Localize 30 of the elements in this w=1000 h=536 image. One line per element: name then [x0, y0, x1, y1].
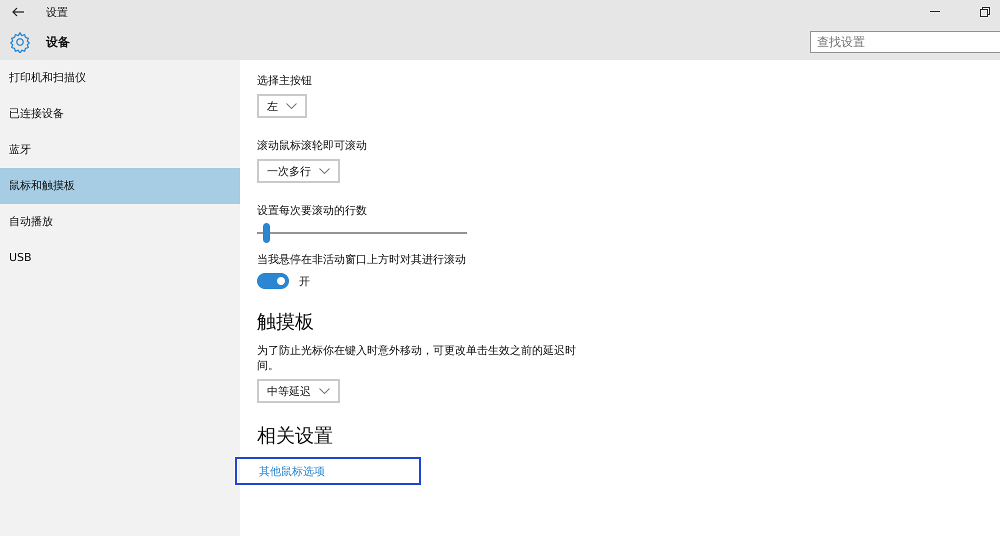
sidebar-item[interactable]: 打印机和扫描仪: [0, 60, 240, 96]
page-title: 设备: [46, 34, 70, 50]
setting-label: 滚动鼠标滚轮即可滚动: [257, 138, 368, 153]
sidebar-item[interactable]: 已连接设备: [0, 96, 240, 132]
setting-label: 设置每次要滚动的行数: [257, 203, 368, 218]
chevron-icon: [319, 388, 330, 394]
toggle-switch[interactable]: [257, 273, 289, 289]
settings-icon: [9, 31, 31, 53]
link[interactable]: 其他鼠标选项: [259, 464, 325, 478]
window-title: 设置: [46, 4, 68, 20]
setting-label: 当我悬停在非活动窗口上方时对其进行滚动: [257, 252, 467, 267]
restore-icon[interactable]: [980, 7, 990, 17]
search-field[interactable]: 查找设置: [810, 31, 1000, 53]
sidebar-item[interactable]: 蓝牙: [0, 132, 240, 168]
dropdown[interactable]: 左: [257, 94, 307, 118]
dropdown[interactable]: 一次多行: [257, 159, 340, 183]
slider-thumb[interactable]: [263, 223, 270, 243]
dropdown[interactable]: 中等延迟: [257, 379, 340, 403]
back-arrow-icon[interactable]: [12, 7, 24, 17]
setting-label: 为了防止光标你在键入时意外移动，可更改单击生效之前的延迟时间。: [257, 343, 577, 373]
sidebar-item[interactable]: 鼠标和触摸板: [0, 168, 240, 204]
minimize-icon[interactable]: [930, 11, 940, 13]
sidebar-item[interactable]: 自动播放: [0, 204, 240, 240]
setting-label: 选择主按钮: [257, 73, 313, 88]
toggle-state: 开: [299, 274, 310, 288]
section-heading: 相关设置: [257, 424, 334, 449]
section-heading: 触摸板: [257, 310, 315, 335]
sidebar-item[interactable]: USB: [0, 240, 240, 276]
chevron-icon: [319, 168, 330, 174]
chevron-icon: [286, 103, 297, 109]
